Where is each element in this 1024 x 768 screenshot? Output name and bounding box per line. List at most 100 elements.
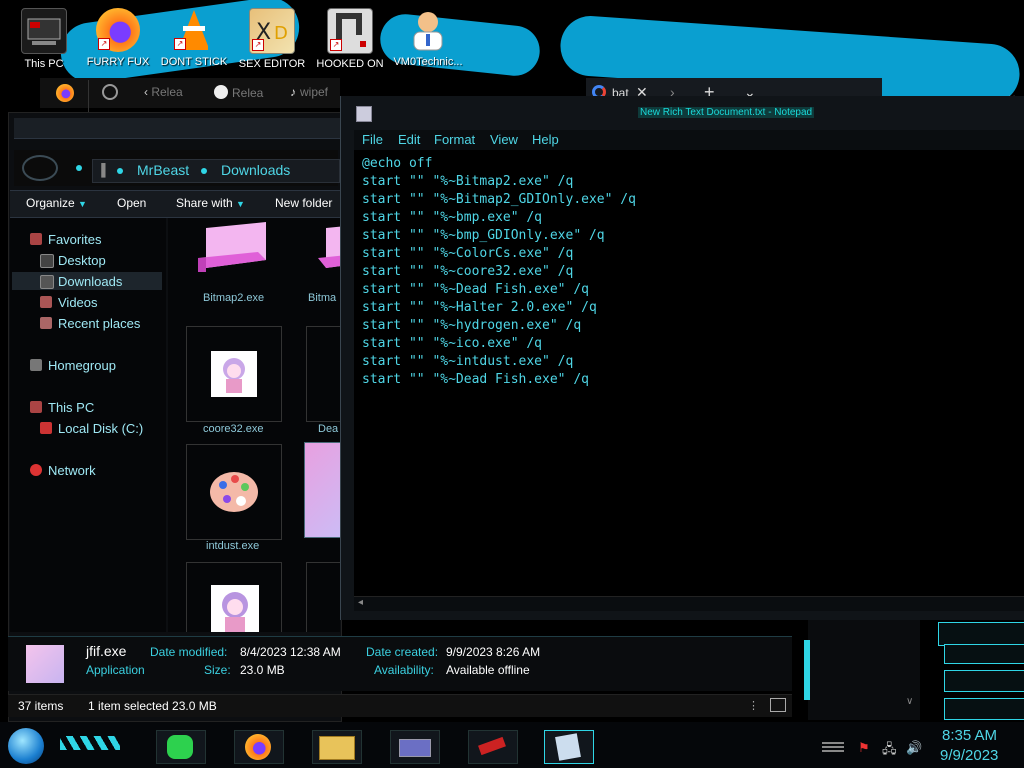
back-forward-button[interactable]: [22, 155, 58, 181]
notepad-text-area[interactable]: @echo off start "" "%~Bitmap2.exe" /q st…: [354, 150, 1024, 596]
recent-places-icon: [40, 317, 52, 329]
text-line: start "" "%~Halter 2.0.exe" /q: [362, 300, 597, 315]
right-panel: [944, 644, 1024, 664]
file-item[interactable]: [306, 562, 340, 632]
browser-tab[interactable]: ‹ Relea: [144, 85, 183, 103]
taskbar-app[interactable]: [468, 730, 518, 764]
nav-homegroup[interactable]: Homegroup: [48, 358, 116, 373]
breadcrumb-separator-icon: [201, 168, 207, 174]
organize-button[interactable]: Organize ▼: [26, 196, 87, 210]
details-view-icon[interactable]: ⋮: [748, 699, 759, 712]
anime-thumbnail-icon: [211, 585, 259, 632]
taskbar-app-active[interactable]: [544, 730, 594, 764]
text-line: start "" "%~intdust.exe" /q: [362, 354, 574, 369]
size-label: Size:: [204, 663, 231, 677]
date-created-label: Date created:: [366, 645, 439, 659]
text-line: start "" "%~ColorCs.exe" /q: [362, 246, 574, 261]
file-item-selected[interactable]: [304, 442, 340, 538]
nav-local-disk[interactable]: Local Disk (C:): [58, 421, 143, 436]
file-item[interactable]: [186, 326, 282, 422]
nav-recent-places[interactable]: Recent places: [58, 316, 140, 331]
desktop-icon-dont-stick[interactable]: ↗ DONT STICK: [156, 4, 232, 74]
open-button[interactable]: Open: [117, 196, 146, 210]
text-line: start "" "%~hydrogen.exe" /q: [362, 318, 582, 333]
menu-file[interactable]: File: [362, 132, 383, 147]
firefox-icon: [245, 734, 271, 760]
desktop-icon-furry-fux[interactable]: ↗ FURRY FUX: [80, 4, 156, 74]
start-button[interactable]: [8, 728, 44, 764]
right-panel: [944, 698, 1024, 720]
desktop-icon-sex-editor[interactable]: XD ↗ SEX EDITOR: [234, 4, 310, 74]
chevron-down-icon[interactable]: ∨: [906, 696, 913, 707]
globe-icon[interactable]: [102, 84, 118, 100]
clock-time[interactable]: 8:35 AM: [942, 727, 997, 744]
menu-help[interactable]: Help: [532, 132, 559, 147]
nav-desktop[interactable]: Desktop: [58, 253, 106, 268]
text-line: start "" "%~Bitmap2.exe" /q: [362, 174, 574, 189]
new-folder-button[interactable]: New folder: [275, 196, 332, 210]
explorer-icon: [319, 736, 355, 760]
action-center-flag-icon[interactable]: ⚑: [858, 740, 870, 756]
network-tray-icon[interactable]: 🖧: [882, 740, 897, 762]
history-dot-icon[interactable]: [76, 165, 82, 171]
nav-network[interactable]: Network: [48, 463, 96, 478]
horizontal-scrollbar[interactable]: ◂: [354, 596, 1024, 611]
star-icon: [30, 233, 42, 245]
downloads-icon: [40, 275, 54, 289]
clock-date[interactable]: 9/9/2023: [940, 747, 998, 764]
taskbar-grip: [822, 740, 844, 752]
notepad-menu-bar: File Edit Format View Help: [354, 130, 1024, 150]
nav-videos[interactable]: Videos: [58, 295, 98, 310]
notes-icon: [167, 735, 193, 759]
github-icon: [214, 85, 228, 99]
scroll-left-icon[interactable]: ◂: [358, 597, 363, 608]
breadcrumb-mrbeast[interactable]: MrBeast: [137, 162, 189, 178]
nav-favorites[interactable]: Favorites: [48, 232, 101, 247]
palette-icon: [210, 472, 258, 512]
computer-icon: [21, 8, 67, 54]
taskbar-app[interactable]: [234, 730, 284, 764]
menu-edit[interactable]: Edit: [398, 132, 420, 147]
file-item[interactable]: [306, 326, 340, 422]
browser-tab[interactable]: Relea: [214, 85, 263, 103]
taskbar-app[interactable]: [390, 730, 440, 764]
desktop-icon: [40, 254, 54, 268]
taskbar-app[interactable]: [156, 730, 206, 764]
address-bar[interactable]: ▐ MrBeast Downloads: [92, 159, 340, 183]
anime-thumbnail-icon: [211, 351, 257, 397]
desktop-icon-this-pc[interactable]: This PC: [6, 4, 82, 74]
volume-icon[interactable]: 🔊: [906, 740, 922, 756]
file-label: intdust.exe: [206, 540, 260, 552]
hex-editor-icon: XD ↗: [249, 8, 295, 54]
nav-this-pc[interactable]: This PC: [48, 400, 94, 415]
text-line: start "" "%~Dead Fish.exe" /q: [362, 282, 589, 297]
share-with-button[interactable]: Share with ▼: [176, 196, 245, 210]
menu-format[interactable]: Format: [434, 132, 475, 147]
file-label: Bitma: [308, 292, 337, 304]
videos-icon: [40, 296, 52, 308]
vlc-cone-icon: ↗: [172, 8, 216, 52]
folder-icon: ▐: [97, 163, 106, 177]
large-icons-view-icon[interactable]: [770, 698, 786, 712]
menu-view[interactable]: View: [490, 132, 518, 147]
size-value: 23.0 MB: [240, 663, 285, 677]
text-line: @echo off: [362, 156, 433, 171]
details-pane: jfif.exe Application Date modified: 8/4/…: [8, 636, 792, 691]
notepad-icon: [356, 106, 372, 122]
text-line: start "" "%~coore32.exe" /q: [362, 264, 574, 279]
file-item[interactable]: [186, 562, 282, 632]
taskbar-app[interactable]: [312, 730, 362, 764]
file-item[interactable]: [186, 444, 282, 540]
browser-tab[interactable]: ♪ wipef: [290, 85, 328, 103]
desktop-icon-hooked-on[interactable]: ↗ HOOKED ON: [312, 4, 388, 74]
explorer-toolbar: Organize ▼ Open Share with ▼ New folder: [10, 190, 340, 218]
status-bar: 37 items 1 item selected 23.0 MB ⋮: [8, 694, 792, 717]
file-label: Dea: [318, 423, 339, 435]
breadcrumb-downloads[interactable]: Downloads: [221, 162, 290, 178]
nav-downloads[interactable]: Downloads: [58, 274, 122, 289]
homegroup-icon: [30, 359, 42, 371]
desktop-icon-vm0technic[interactable]: VM0Technic...: [390, 4, 466, 74]
file-type: Application: [86, 663, 145, 677]
date-created-value: 9/9/2023 8:26 AM: [446, 645, 541, 659]
firefox-icon[interactable]: [56, 84, 74, 102]
